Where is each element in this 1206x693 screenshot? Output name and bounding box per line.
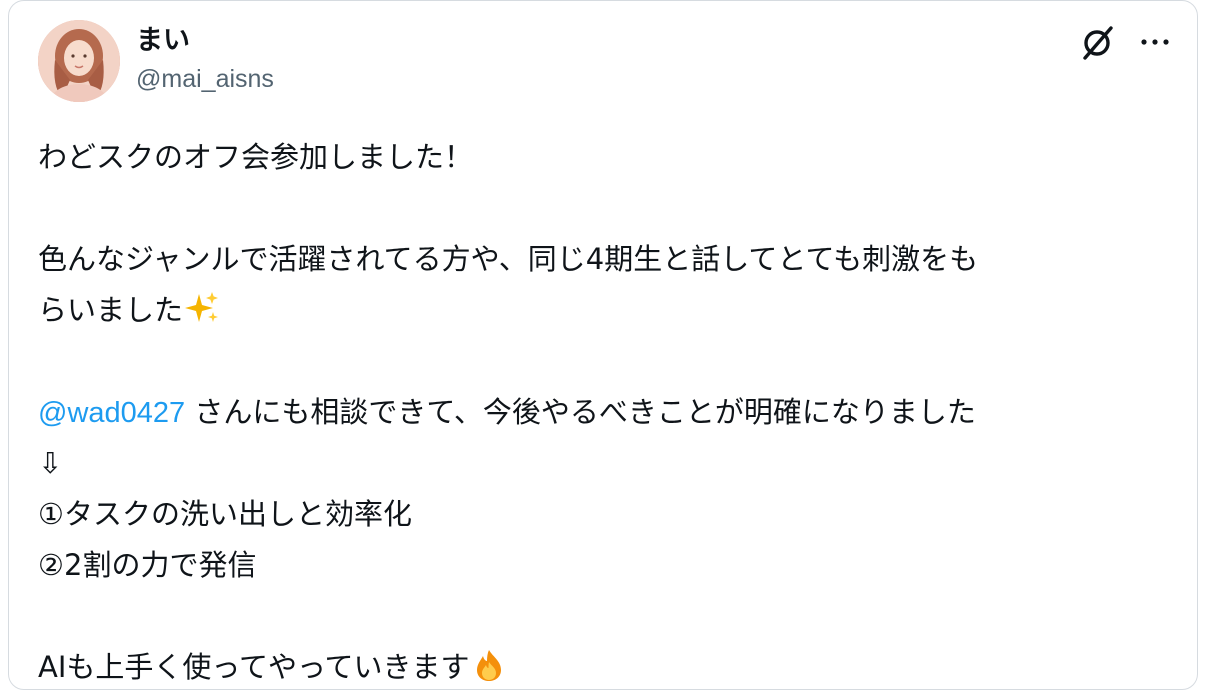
post-line: らいました: [38, 285, 1168, 336]
post-line: わどスクのオフ会参加しました！: [38, 140, 474, 174]
avatar-image: [38, 20, 120, 102]
list-item: ①タスクの洗い出しと効率化: [38, 497, 412, 531]
display-name[interactable]: まい: [136, 23, 274, 59]
post-line-text: らいました: [38, 293, 184, 327]
x-logo-icon[interactable]: [1077, 23, 1117, 63]
list-item: ②2割の力で発信: [38, 548, 257, 582]
avatar[interactable]: [38, 20, 120, 102]
post-card: まい @mai_aisns わどスクのオフ会参加しました！ 色んなジャンルで活躍…: [8, 0, 1198, 690]
user-handle[interactable]: @mai_aisns: [136, 59, 274, 99]
post-line-text: AIも上手く使ってやっていきます: [38, 650, 470, 684]
post-line-text: さんにも相談できて、今後やるべきことが明確になりました: [185, 395, 976, 429]
post-line: 色んなジャンルで活躍されてる方や、同じ4期生と話してとても刺激をも: [38, 242, 979, 276]
sparkles-emoji: [185, 292, 219, 322]
post-line: AIも上手く使ってやっていきます: [38, 642, 1168, 693]
author-info[interactable]: まい @mai_aisns: [136, 23, 274, 99]
fire-emoji: [476, 650, 501, 681]
mention-link[interactable]: @wad0427: [38, 397, 185, 429]
post-line: @wad0427 さんにも相談できて、今後やるべきことが明確になりました: [38, 387, 1168, 438]
more-options-icon[interactable]: [1137, 27, 1173, 57]
arrow-line: ⇩: [38, 446, 63, 480]
post-text: わどスクのオフ会参加しました！ 色んなジャンルで活躍されてる方や、同じ4期生と話…: [38, 132, 1168, 693]
